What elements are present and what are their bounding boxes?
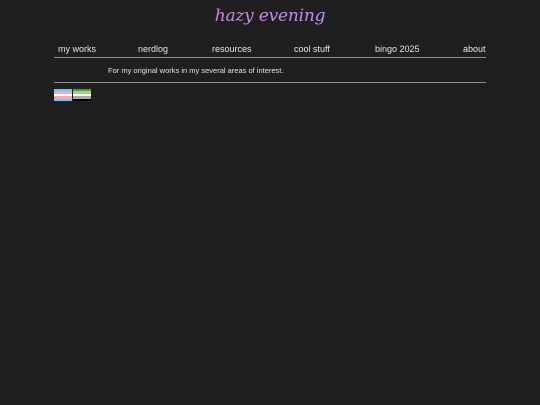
pride-flags xyxy=(54,89,92,102)
nav-link-my-works[interactable]: my works xyxy=(58,44,96,55)
main-nav: my works nerdlog resources cool stuff bi… xyxy=(54,44,486,58)
aromantic-flag xyxy=(73,89,91,102)
page-description: For my original works in my several area… xyxy=(108,66,284,75)
site-title[interactable]: hazy evening xyxy=(0,6,540,26)
nav-link-cool-stuff[interactable]: cool stuff xyxy=(294,44,330,55)
content-divider xyxy=(54,82,486,83)
nav-divider xyxy=(54,57,486,58)
nav-link-about[interactable]: about xyxy=(463,44,486,55)
transgender-flag xyxy=(54,89,72,102)
flag-stripe xyxy=(73,98,91,102)
nav-link-resources[interactable]: resources xyxy=(212,44,252,55)
nav-link-nerdlog[interactable]: nerdlog xyxy=(138,44,168,55)
page: hazy evening my works nerdlog resources … xyxy=(0,0,540,405)
flag-stripe xyxy=(54,98,72,102)
nav-link-bingo-2025[interactable]: bingo 2025 xyxy=(375,44,420,55)
